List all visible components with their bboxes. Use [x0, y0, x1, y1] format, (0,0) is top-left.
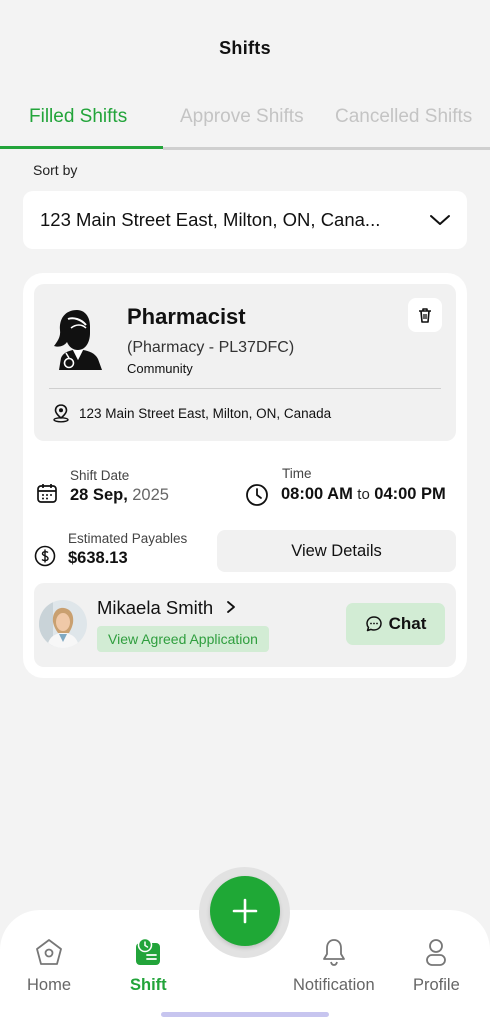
shift-tabs: Filled Shifts Approve Shifts Cancelled S…	[0, 100, 490, 150]
shift-time-label: Time	[282, 466, 312, 481]
shift-icon	[136, 937, 161, 965]
home-indicator	[161, 1012, 329, 1017]
dollar-icon	[34, 545, 56, 567]
shift-time: Time 08:00 AM to 04:00 PM	[245, 466, 446, 507]
bell-icon	[322, 939, 345, 966]
nav-home[interactable]: Home	[27, 937, 71, 995]
calendar-icon	[37, 484, 57, 503]
nav-notification-label: Notification	[293, 976, 375, 994]
divider	[49, 388, 441, 389]
nav-profile[interactable]: Profile	[413, 937, 460, 995]
role-summary: Pharmacist (Pharmacy - PL37DFC) Communit…	[34, 284, 456, 441]
sort-dropdown[interactable]: 123 Main Street East, Milton, ON, Cana..…	[23, 191, 467, 249]
applicant-name-text: Mikaela Smith	[97, 597, 214, 618]
applicant-row: Mikaela Smith View Agreed Application Ch…	[34, 583, 456, 667]
add-shift-button[interactable]	[210, 876, 280, 946]
shift-time-separator: to	[357, 486, 370, 503]
chat-button-label: Chat	[388, 614, 427, 633]
nav-profile-label: Profile	[413, 976, 460, 994]
location-pin-icon	[53, 404, 69, 423]
clock-icon	[246, 484, 268, 506]
pharmacist-icon	[54, 310, 102, 370]
pharmacy-code: (Pharmacy - PL37DFC)	[127, 339, 295, 356]
address-text: 123 Main Street East, Milton, ON, Canada	[79, 405, 332, 421]
payables-value: $638.13	[68, 549, 128, 567]
tab-approve-shifts[interactable]: Approve Shifts	[180, 106, 304, 128]
payables-label: Estimated Payables	[68, 531, 188, 546]
home-icon	[36, 939, 62, 965]
view-agreed-application-link[interactable]: View Agreed Application	[97, 626, 269, 652]
nav-notification[interactable]: Notification	[293, 937, 375, 995]
shift-date-label: Shift Date	[70, 468, 130, 483]
shift-address: 123 Main Street East, Milton, ON, Canada	[51, 403, 331, 423]
chevron-down-icon	[430, 215, 450, 225]
profile-icon	[426, 939, 447, 966]
shift-card: Pharmacist (Pharmacy - PL37DFC) Communit…	[23, 273, 467, 678]
chevron-right-icon	[227, 601, 236, 613]
delete-button[interactable]	[408, 298, 442, 332]
tab-active-indicator	[0, 146, 163, 149]
tab-filled-shifts[interactable]: Filled Shifts	[29, 106, 127, 128]
shift-date-year: 2025	[132, 486, 169, 504]
chat-bubble-icon	[365, 616, 382, 632]
shift-time-end: 04:00 PM	[374, 485, 446, 503]
shift-date-day: 28 Sep,	[70, 486, 128, 504]
nav-shift-label: Shift	[130, 976, 167, 994]
plus-icon	[232, 898, 258, 924]
tab-cancelled-shifts[interactable]: Cancelled Shifts	[335, 106, 472, 128]
avatar-photo	[39, 600, 87, 648]
sort-selected-value: 123 Main Street East, Milton, ON, Cana..…	[40, 209, 381, 230]
trash-icon	[419, 308, 431, 323]
view-details-button[interactable]: View Details	[217, 530, 456, 572]
avatar	[39, 600, 87, 648]
page-title: Shifts	[219, 38, 271, 58]
shift-date: Shift Date 28 Sep, 2025	[36, 468, 169, 505]
tab-divider	[163, 147, 490, 150]
shift-time-start: 08:00 AM	[281, 485, 353, 503]
applicant-name[interactable]: Mikaela Smith	[97, 597, 237, 619]
estimated-payables: Estimated Payables $638.13	[34, 531, 187, 568]
chat-button[interactable]: Chat	[346, 603, 445, 645]
sort-label: Sort by	[33, 162, 78, 178]
pharmacy-type: Community	[127, 361, 193, 376]
nav-home-label: Home	[27, 976, 72, 994]
role-title: Pharmacist	[127, 304, 246, 329]
nav-shift[interactable]: Shift	[130, 937, 167, 995]
